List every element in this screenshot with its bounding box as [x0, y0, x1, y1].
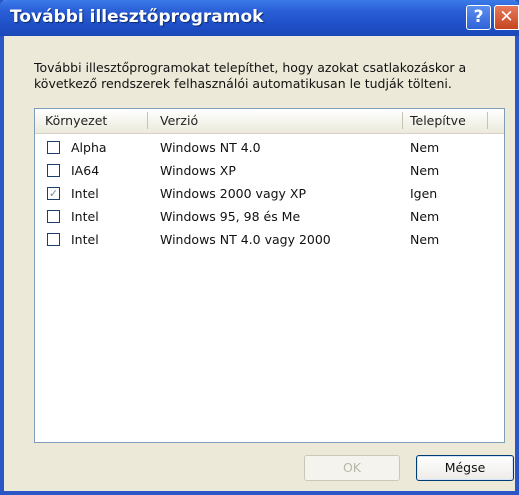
cell-installed: Igen [410, 186, 438, 201]
dialog-title: További illesztőprogramok [10, 7, 264, 27]
cell-environment: Intel [71, 232, 99, 247]
cell-version: Windows NT 4.0 [160, 140, 261, 155]
close-icon[interactable]: ✕ [494, 5, 519, 30]
table-row[interactable]: IA64 Windows XP Nem [35, 161, 504, 184]
cell-installed: Nem [410, 140, 440, 155]
cell-version: Windows 2000 vagy XP [160, 186, 307, 201]
cell-installed: Nem [410, 232, 440, 247]
row-checkbox[interactable] [47, 164, 60, 177]
dialog-window: További illesztőprogramok ? ✕ További il… [0, 0, 519, 495]
table-row[interactable]: Intel Windows NT 4.0 vagy 2000 Nem [35, 230, 504, 253]
ok-button[interactable]: OK [304, 455, 400, 481]
cell-environment: Intel [71, 209, 99, 224]
table-row[interactable]: Alpha Windows NT 4.0 Nem [35, 138, 504, 161]
row-checkbox[interactable] [47, 141, 60, 154]
cell-installed: Nem [410, 209, 440, 224]
cell-environment: Alpha [71, 140, 107, 155]
column-header-environment[interactable]: Környezet [45, 113, 107, 128]
cell-environment: Intel [71, 186, 99, 201]
row-checkbox[interactable]: ✓ [47, 187, 60, 200]
cell-version: Windows XP [160, 163, 236, 178]
column-header-version[interactable]: Verzió [160, 113, 198, 128]
row-checkbox[interactable] [47, 233, 60, 246]
cell-installed: Nem [410, 163, 440, 178]
table-row[interactable]: Intel Windows 95, 98 és Me Nem [35, 207, 504, 230]
column-divider[interactable] [147, 112, 148, 129]
row-checkbox[interactable] [47, 210, 60, 223]
title-bar[interactable]: További illesztőprogramok ? ✕ [0, 0, 519, 36]
cell-version: Windows 95, 98 és Me [160, 209, 301, 224]
cell-version: Windows NT 4.0 vagy 2000 [160, 232, 331, 247]
column-header-installed[interactable]: Telepítve [410, 113, 466, 128]
help-icon[interactable]: ? [466, 5, 491, 30]
column-divider[interactable] [402, 112, 403, 129]
cell-environment: IA64 [71, 163, 100, 178]
intro-text: További illesztőprogramokat telepíthet, … [34, 60, 467, 91]
column-divider[interactable] [487, 112, 488, 129]
table-row[interactable]: ✓ Intel Windows 2000 vagy XP Igen [35, 184, 504, 207]
cancel-button[interactable]: Mégse [416, 455, 514, 481]
list-header: Környezet Verzió Telepítve [35, 109, 504, 134]
driver-list[interactable]: Környezet Verzió Telepítve Alpha Windows… [34, 108, 505, 443]
